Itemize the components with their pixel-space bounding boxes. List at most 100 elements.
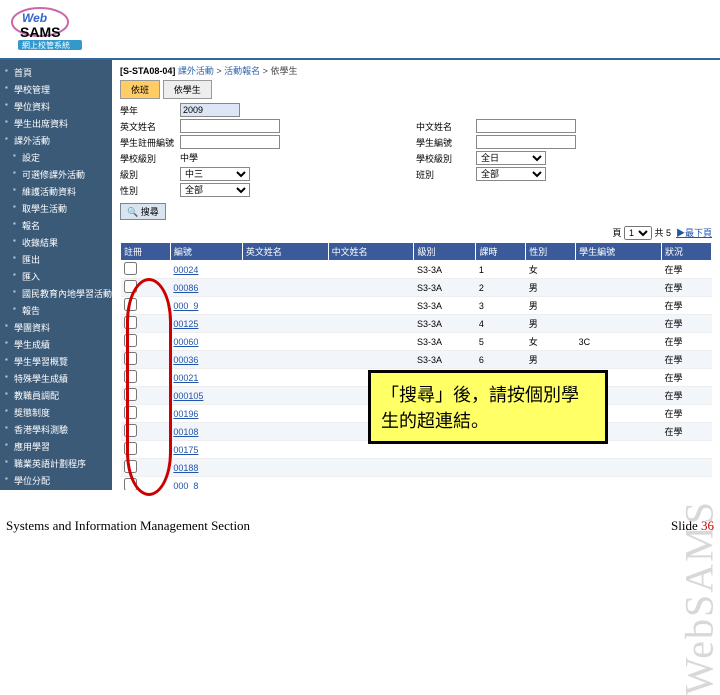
sidebar-item[interactable]: 學生出席資料 [0,115,112,132]
sidebar-item[interactable]: 學團資料 [0,319,112,336]
table-cell [328,297,414,315]
table-cell [242,387,328,405]
table-cell [121,297,171,315]
row-checkbox[interactable] [124,406,137,419]
student-link[interactable]: 00036 [173,355,198,365]
table-cell: 在學 [662,351,712,369]
student-link[interactable]: 000105 [173,391,203,401]
sidebar-item[interactable]: 收錄結果 [0,234,112,251]
sidebar-item[interactable]: 課外活動 [0,132,112,149]
sidebar-item[interactable]: 匯出 [0,251,112,268]
sidebar-item[interactable]: 香港學科測驗 [0,421,112,438]
sidebar-item[interactable]: 匯入 [0,268,112,285]
row-checkbox[interactable] [124,478,137,490]
table-header: 狀況 [662,243,712,261]
table-cell [476,459,526,477]
grade-select[interactable]: 中三 [180,167,250,181]
sidebar-item[interactable]: 設定 [0,149,112,166]
sidebar-item[interactable]: 學生成績 [0,336,112,353]
row-checkbox[interactable] [124,352,137,365]
row-checkbox[interactable] [124,442,137,455]
sidebar-item[interactable]: 報告 [0,302,112,319]
row-checkbox[interactable] [124,388,137,401]
table-cell [121,351,171,369]
sidebar-item[interactable]: 國民教育內地學習活動 [0,285,112,302]
table-row: 000_8 [121,477,712,491]
table-cell: 2 [476,279,526,297]
table-cell [121,261,171,279]
sidebar-item[interactable]: 特殊學生成績 [0,370,112,387]
student-link[interactable]: 00060 [173,337,198,347]
sidebar-item[interactable]: 職業英語計劃程序 [0,455,112,472]
row-checkbox[interactable] [124,370,137,383]
regno-input[interactable] [180,135,280,149]
student-link[interactable]: 00125 [173,319,198,329]
class-select[interactable]: 全部 [476,167,546,181]
row-checkbox[interactable] [124,460,137,473]
student-link[interactable]: 00024 [173,265,198,275]
student-link[interactable]: 00021 [173,373,198,383]
breadcrumb-p2[interactable]: 活動報名 [224,66,260,76]
stuno-label: 學生編號 [416,135,476,149]
table-row: 00036S3-3A6男在學 [121,351,712,369]
student-link[interactable]: 00086 [173,283,198,293]
row-checkbox[interactable] [124,334,137,347]
sidebar-item[interactable]: 首頁 [0,64,112,81]
table-cell [242,405,328,423]
sidebar-item[interactable]: 報名 [0,217,112,234]
student-link[interactable]: 000_8 [173,481,198,491]
row-checkbox[interactable] [124,280,137,293]
stuno-input[interactable] [476,135,576,149]
breadcrumb-p1[interactable]: 課外活動 [178,66,214,76]
eng-name-input[interactable] [180,119,280,133]
table-header: 英文姓名 [242,243,328,261]
student-link[interactable]: 00196 [173,409,198,419]
eng-label: 英文姓名 [120,119,180,133]
student-link[interactable]: 00108 [173,427,198,437]
sidebar-item[interactable]: 學位分配 [0,472,112,489]
sidebar-item[interactable]: 資料管理 [0,489,112,490]
tab-by-student[interactable]: 依學生 [163,80,212,99]
sidebar-item[interactable]: 維護活動資料 [0,183,112,200]
section-select[interactable]: 全日 [476,151,546,165]
table-cell [328,351,414,369]
student-link[interactable]: 00188 [173,463,198,473]
table-header: 中文姓名 [328,243,414,261]
student-link[interactable]: 00175 [173,445,198,455]
sidebar-item[interactable]: 教職員調配 [0,387,112,404]
sex-label: 性別 [120,183,180,197]
table-cell [242,441,328,459]
sex-select[interactable]: 全部 [180,183,250,197]
table-cell [328,279,414,297]
table-cell: S3-3A [414,279,476,297]
table-cell [121,459,171,477]
sidebar-item[interactable]: 學位資料 [0,98,112,115]
table-cell [242,333,328,351]
sidebar-item[interactable]: 取學生活動 [0,200,112,217]
table-cell: 在學 [662,387,712,405]
table-cell: 00060 [170,333,242,351]
row-checkbox[interactable] [124,298,137,311]
last-page-link[interactable]: ▶最下頁 [676,228,712,238]
table-cell [121,315,171,333]
sidebar-item[interactable]: 可選修課外活動 [0,166,112,183]
search-button[interactable]: 🔍 搜尋 [120,203,166,220]
table-cell: 在學 [662,369,712,387]
table-cell [328,477,414,491]
sidebar-item[interactable]: 學校管理 [0,81,112,98]
sidebar-item[interactable]: 獎懲制度 [0,404,112,421]
row-checkbox[interactable] [124,424,137,437]
page-select[interactable]: 1 [624,226,652,240]
table-cell [328,261,414,279]
row-checkbox[interactable] [124,262,137,275]
table-cell [121,279,171,297]
table-cell [328,459,414,477]
row-checkbox[interactable] [124,316,137,329]
tab-by-class[interactable]: 依班 [120,80,160,99]
student-link[interactable]: 000_9 [173,301,198,311]
table-cell: 00021 [170,369,242,387]
chi-name-input[interactable] [476,119,576,133]
sidebar-item[interactable]: 學生學習概覽 [0,353,112,370]
year-input[interactable] [180,103,240,117]
sidebar-item[interactable]: 應用學習 [0,438,112,455]
